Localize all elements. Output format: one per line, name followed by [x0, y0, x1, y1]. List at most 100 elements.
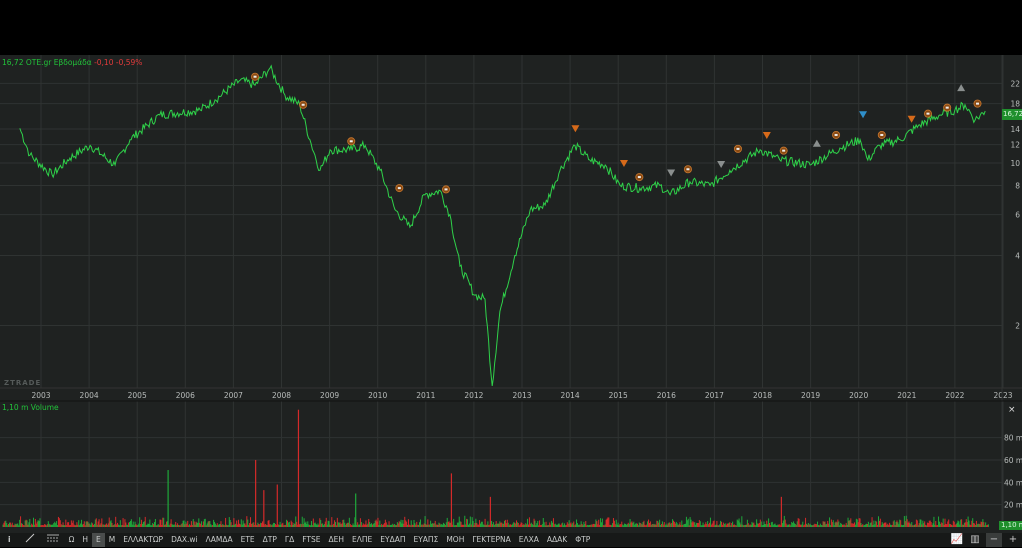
volume-bar [456, 522, 458, 527]
volume-bar [157, 523, 159, 527]
toolbar-item-8[interactable]: ΔΤΡ [259, 533, 281, 547]
volume-bar [74, 525, 76, 527]
volume-bar [377, 517, 379, 527]
toolbar-item-18[interactable]: ΑΔΑΚ [543, 533, 571, 547]
volume-bar [28, 522, 30, 527]
volume-bar [285, 524, 287, 527]
toolbar-item-15[interactable]: ΜΟΗ [442, 533, 468, 547]
volume-bar [86, 521, 88, 527]
volume-bar [22, 525, 24, 527]
volume-bar [547, 525, 549, 527]
toolbar-item-12[interactable]: ΕΛΠΕ [348, 533, 376, 547]
volume-bar [810, 525, 812, 527]
change: -0,10 [94, 58, 114, 67]
volume-bar [757, 523, 759, 527]
volume-bar [949, 523, 951, 527]
volume-bar [762, 524, 764, 527]
volume-bar [118, 525, 120, 527]
volume-bar [383, 523, 385, 527]
info-icon[interactable]: i [0, 533, 19, 547]
x-tick-label: 2016 [657, 391, 676, 400]
volume-bar [724, 523, 726, 527]
bar-chart-icon[interactable]: ▥ [966, 533, 984, 547]
volume-bar [446, 517, 448, 527]
volume-bar [879, 518, 881, 527]
volume-bar [506, 519, 508, 527]
volume-bar [501, 522, 503, 527]
zoom-in-button[interactable]: + [1004, 533, 1022, 547]
close-volume-icon[interactable]: × [1008, 405, 1016, 415]
volume-bar [231, 525, 233, 527]
volume-spike-bar [780, 496, 782, 527]
volume-bar [691, 522, 693, 527]
volume-bar [361, 525, 363, 527]
volume-bar [745, 524, 747, 527]
volume-bar [607, 517, 609, 527]
volume-bar [619, 523, 621, 527]
toolbar-item-13[interactable]: ΕΥΔΑΠ [376, 533, 409, 547]
volume-bar [600, 518, 602, 527]
volume-bar [245, 525, 247, 527]
volume-bar [472, 521, 474, 527]
volume-label: 1,10 m Volume [2, 403, 59, 412]
volume-bar [82, 523, 84, 527]
volume-bar [588, 524, 590, 527]
toolbar-item-9[interactable]: ΓΔ [281, 533, 298, 547]
toolbar-item-16[interactable]: ΓΕΚΤΕΡΝΑ [468, 533, 514, 547]
toolbar-item-7[interactable]: ΕΤΕ [237, 533, 259, 547]
volume-bar [557, 524, 559, 527]
x-tick-label: 2023 [993, 391, 1012, 400]
volume-bar [390, 524, 392, 527]
volume-bar [615, 519, 617, 527]
volume-bar [270, 524, 272, 527]
volume-bar [337, 522, 339, 527]
volume-bar [865, 524, 867, 527]
volume-bar [601, 518, 603, 527]
volume-bar [942, 518, 944, 527]
volume-bar [840, 522, 842, 527]
volume-bar [117, 522, 119, 527]
toolbar-item-4[interactable]: ΕΛΛΑΚΤΩΡ [119, 533, 167, 547]
volume-bar [571, 524, 573, 527]
toolbar-item-0[interactable]: Ω [65, 533, 79, 547]
volume-bar [614, 524, 616, 527]
toolbar-item-5[interactable]: DAX.wi [167, 533, 202, 547]
volume-bar [738, 518, 740, 527]
volume-bar [429, 524, 431, 527]
toolbar-item-14[interactable]: ΕΥΑΠΣ [409, 533, 442, 547]
toolbar-item-11[interactable]: ΔΕΗ [324, 533, 348, 547]
volume-bar [61, 524, 63, 527]
volume-bar [799, 524, 801, 527]
toolbar-item-3[interactable]: Μ [105, 533, 119, 547]
last-price-badge: 16,72 [1002, 109, 1022, 120]
line-chart-icon[interactable]: 📈 [948, 533, 966, 547]
volume-bar [699, 521, 701, 527]
volume-bar [40, 525, 42, 527]
toolbar-item-6[interactable]: ΛΑΜΔΑ [202, 533, 237, 547]
volume-bar [936, 525, 938, 527]
toolbar-item-19[interactable]: ΦΤΡ [571, 533, 594, 547]
volume-bar [848, 520, 850, 527]
chart-canvas[interactable]: 2003 2004 2005 2006 2007 2008 2009 2010 2011 2012… [0, 55, 1022, 533]
volume-bar [317, 523, 319, 527]
zoom-out-button[interactable]: − [986, 533, 1002, 547]
volume-bar [211, 525, 213, 527]
volume-bar [888, 525, 890, 527]
volume-bar [536, 523, 538, 527]
volume-bar [111, 522, 113, 527]
chart-area[interactable]: 2003 2004 2005 2006 2007 2008 2009 2010 2011 2012… [0, 55, 1022, 533]
toolbar-item-1[interactable]: Η [78, 533, 92, 547]
volume-bar [718, 525, 720, 527]
indicators-icon[interactable] [41, 533, 65, 547]
volume-bar [957, 520, 959, 527]
draw-line-icon[interactable] [19, 533, 41, 547]
volume-bar [926, 525, 928, 527]
toolbar-item-10[interactable]: FTSE [298, 533, 324, 547]
volume-bar [673, 521, 675, 527]
volume-bar [581, 523, 583, 527]
volume-bar [565, 524, 567, 527]
volume-bar [261, 523, 263, 527]
toolbar-item-17[interactable]: ΕΛΧΑ [515, 533, 543, 547]
volume-bar [131, 524, 133, 527]
toolbar-item-2[interactable]: Ε [91, 533, 105, 547]
